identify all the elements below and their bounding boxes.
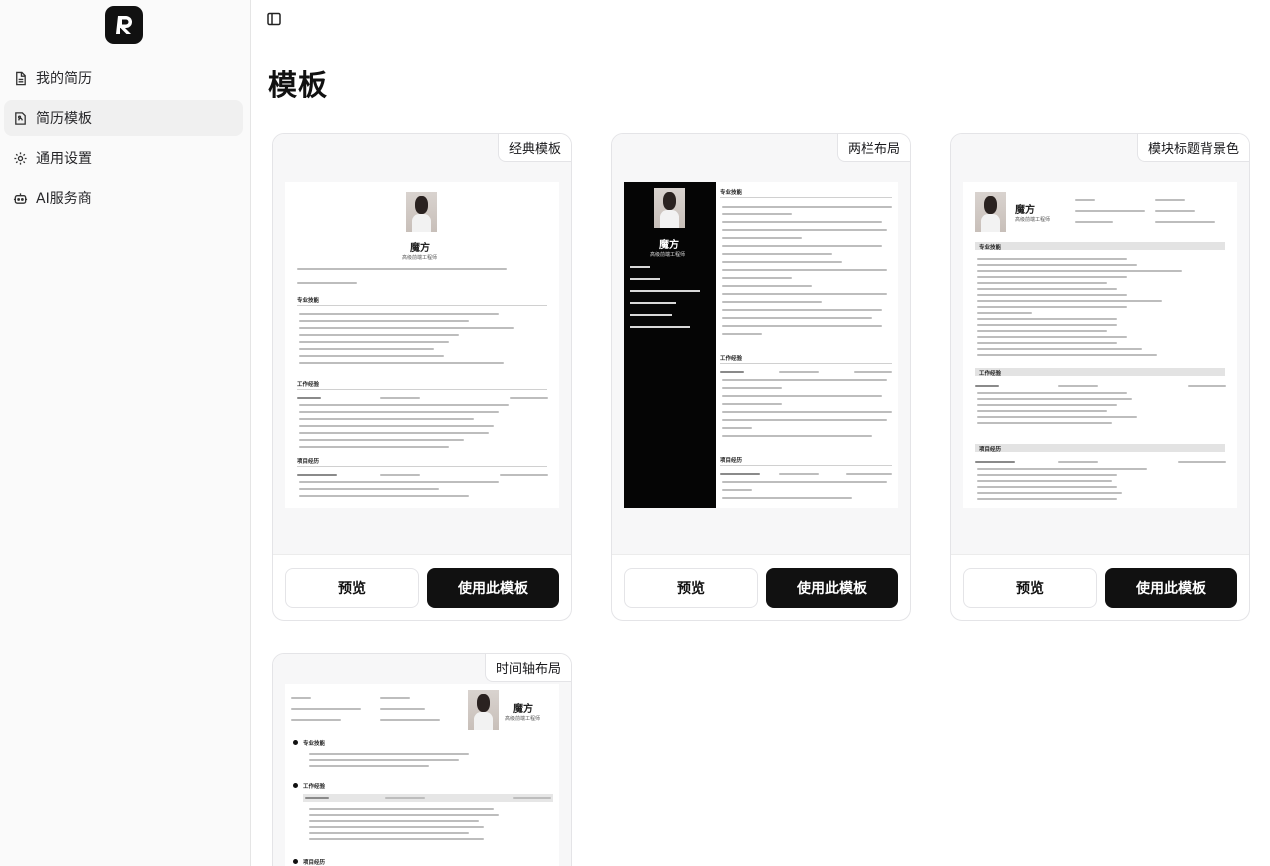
resume-thumbnail: 魔方 高级前端工程师 专业技能 工作经验 项目经历	[624, 182, 898, 508]
resume-title: 高级前端工程师	[1015, 217, 1051, 223]
bot-icon	[12, 190, 28, 206]
template-preview[interactable]: 魔方 高级前端工程师 专业技能 工作经验 项目经历	[273, 654, 571, 866]
template-badge: 时间轴布局	[484, 654, 571, 682]
preview-button[interactable]: 预览	[285, 568, 419, 608]
sidebar: 我的简历 简历模板 通用设置 AI服务商	[0, 0, 251, 866]
template-preview[interactable]: 魔方 高级前端工程师 专业技能 工作经验 项目经历	[612, 134, 910, 555]
resume-photo	[406, 192, 437, 232]
template-icon	[12, 110, 28, 126]
section-heading: 专业技能	[303, 741, 326, 747]
resume-name: 魔方	[1015, 205, 1035, 216]
section-heading: 工作经验	[979, 371, 1002, 377]
template-preview[interactable]: 魔方 高级前端工程师 专业技能 工作经验 项目经历	[951, 134, 1249, 555]
section-heading: 专业技能	[297, 298, 320, 304]
resume-thumbnail: 魔方 高级前端工程师 专业技能 工作经验 项目经历	[285, 182, 559, 508]
resume-photo	[654, 188, 685, 228]
resume-thumbnail: 魔方 高级前端工程师 专业技能 工作经验 项目经历	[963, 182, 1237, 508]
card-actions: 预览 使用此模板	[624, 568, 898, 608]
template-badge: 经典模板	[497, 134, 571, 162]
template-card-classic[interactable]: 魔方 高级前端工程师 专业技能 工作经验 项目经历 经典模板 预览 使用此模板	[272, 133, 572, 621]
use-template-button[interactable]: 使用此模板	[427, 568, 559, 608]
resume-title: 高级前端工程师	[650, 252, 686, 258]
use-template-button[interactable]: 使用此模板	[1105, 568, 1237, 608]
sidebar-toggle-icon	[267, 12, 281, 26]
section-heading: 项目经历	[720, 458, 743, 464]
logo-icon	[116, 16, 132, 34]
app-logo[interactable]	[105, 6, 143, 44]
file-icon	[12, 70, 28, 86]
section-heading: 项目经历	[979, 447, 1002, 453]
sidebar-item-settings[interactable]: 通用设置	[4, 140, 243, 176]
card-actions: 预览 使用此模板	[963, 568, 1237, 608]
resume-name: 魔方	[410, 243, 430, 254]
section-heading: 工作经验	[303, 784, 326, 790]
resume-photo	[468, 690, 499, 730]
resume-thumbnail: 魔方 高级前端工程师 专业技能 工作经验 项目经历	[285, 684, 559, 866]
section-heading: 专业技能	[720, 190, 743, 196]
section-heading: 工作经验	[297, 382, 320, 388]
section-heading: 专业技能	[979, 245, 1002, 251]
sidebar-toggle-button[interactable]	[266, 11, 282, 27]
sidebar-item-my-resumes[interactable]: 我的简历	[4, 60, 243, 96]
page-title: 模板	[268, 68, 329, 102]
template-card-header-bg[interactable]: 魔方 高级前端工程师 专业技能 工作经验 项目经历 模块标题背景色 预览 使用此…	[950, 133, 1250, 621]
template-card-timeline[interactable]: 魔方 高级前端工程师 专业技能 工作经验 项目经历 时间轴布局	[272, 653, 572, 866]
section-heading: 项目经历	[297, 459, 320, 465]
gear-icon	[12, 150, 28, 166]
section-heading: 项目经历	[303, 860, 326, 866]
sidebar-item-label: AI服务商	[36, 191, 92, 207]
card-actions: 预览 使用此模板	[285, 568, 559, 608]
sidebar-item-templates[interactable]: 简历模板	[4, 100, 243, 136]
section-heading: 工作经验	[720, 356, 743, 362]
sidebar-item-label: 通用设置	[36, 151, 92, 167]
resume-title: 高级前端工程师	[402, 255, 438, 261]
resume-sidebar	[624, 182, 716, 508]
sidebar-nav: 我的简历 简历模板 通用设置 AI服务商	[4, 60, 243, 220]
template-badge: 模块标题背景色	[1136, 134, 1249, 162]
resume-name: 魔方	[659, 240, 679, 251]
template-preview[interactable]: 魔方 高级前端工程师 专业技能 工作经验 项目经历	[273, 134, 571, 555]
template-card-two-column[interactable]: 魔方 高级前端工程师 专业技能 工作经验 项目经历 两栏布局 预览 使用此模板	[611, 133, 911, 621]
sidebar-item-label: 我的简历	[36, 71, 92, 87]
template-badge: 两栏布局	[836, 134, 910, 162]
preview-button[interactable]: 预览	[624, 568, 758, 608]
sidebar-item-ai-providers[interactable]: AI服务商	[4, 180, 243, 216]
resume-name: 魔方	[513, 704, 533, 715]
use-template-button[interactable]: 使用此模板	[766, 568, 898, 608]
resume-photo	[975, 192, 1006, 232]
preview-button[interactable]: 预览	[963, 568, 1097, 608]
sidebar-item-label: 简历模板	[36, 111, 92, 127]
resume-title: 高级前端工程师	[505, 716, 541, 722]
